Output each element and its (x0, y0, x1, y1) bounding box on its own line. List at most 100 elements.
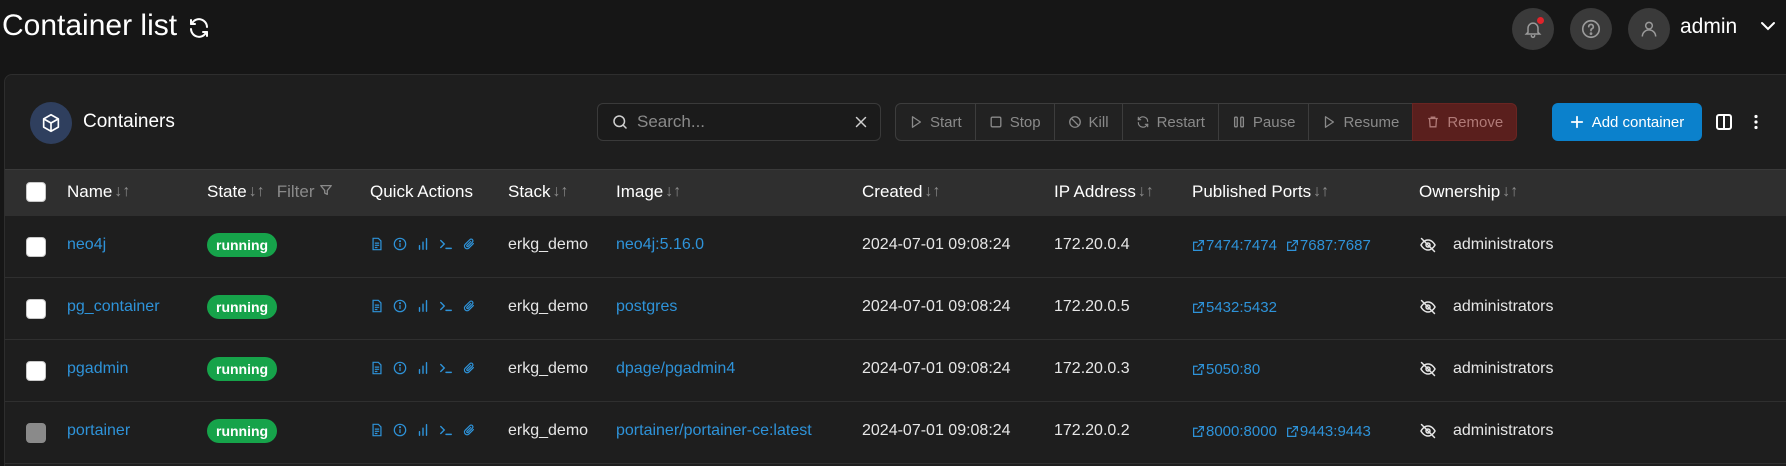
column-stack-label: Stack (508, 182, 551, 201)
user-avatar[interactable] (1628, 8, 1670, 50)
container-name-link[interactable]: portainer (67, 422, 130, 440)
pause-button[interactable]: Pause (1217, 103, 1310, 141)
port-link[interactable]: 7687:7687 (1286, 237, 1371, 254)
image-link[interactable]: neo4j:5.16.0 (616, 236, 704, 254)
external-link-icon (1193, 426, 1204, 437)
attach-icon[interactable] (462, 361, 476, 375)
stats-icon[interactable] (416, 237, 430, 251)
search-box[interactable] (597, 103, 881, 141)
column-name[interactable]: Name ↓↑ (67, 182, 130, 202)
column-ownership[interactable]: Ownership ↓↑ (1419, 182, 1518, 202)
ownership-label: administrators (1453, 422, 1554, 439)
ip-cell: 172.20.0.5 (1054, 298, 1130, 315)
stack-cell: erkg_demo (508, 298, 589, 315)
notification-dot (1537, 17, 1544, 24)
start-button[interactable]: Start (895, 103, 976, 141)
status-badge: running (207, 233, 278, 257)
attach-icon[interactable] (462, 299, 476, 313)
console-icon[interactable] (439, 423, 453, 437)
image-link[interactable]: dpage/pgadmin4 (616, 360, 735, 378)
column-state-label: State (207, 182, 247, 201)
ownership-label: administrators (1453, 298, 1554, 315)
quick-actions (370, 299, 476, 313)
add-container-button[interactable]: Add container (1552, 103, 1702, 141)
column-created[interactable]: Created ↓↑ (862, 182, 940, 202)
port-link[interactable]: 7474:7474 (1192, 237, 1277, 254)
resume-button[interactable]: Resume (1308, 103, 1414, 141)
help-button[interactable] (1570, 8, 1612, 50)
published-ports: 7474:7474 7687:7687 (1192, 237, 1371, 254)
logs-icon[interactable] (370, 237, 384, 251)
column-state[interactable]: State ↓↑ Filter (207, 182, 333, 202)
info-icon[interactable] (393, 237, 407, 251)
stop-button[interactable]: Stop (974, 103, 1055, 141)
search-icon (613, 115, 627, 129)
container-name-link[interactable]: pg_container (67, 298, 160, 316)
column-stack[interactable]: Stack ↓↑ (508, 182, 569, 202)
column-quick-actions: Quick Actions (370, 182, 473, 202)
status-badge: running (207, 295, 278, 319)
console-icon[interactable] (439, 299, 453, 313)
stats-icon[interactable] (416, 299, 430, 313)
search-input[interactable] (637, 112, 837, 132)
port-label: 8000:8000 (1206, 423, 1277, 440)
state-filter-label: Filter (276, 182, 315, 201)
columns-icon[interactable] (1715, 113, 1733, 131)
published-ports: 5432:5432 (1192, 299, 1277, 316)
start-label: Start (930, 113, 962, 131)
quick-actions (370, 237, 476, 251)
row-checkbox[interactable] (26, 361, 46, 381)
help-icon (1581, 19, 1601, 39)
sort-icon: ↓↑ (665, 183, 682, 200)
console-icon[interactable] (439, 361, 453, 375)
port-link[interactable]: 5432:5432 (1192, 299, 1277, 316)
logs-icon[interactable] (370, 299, 384, 313)
stats-icon[interactable] (416, 361, 430, 375)
port-link[interactable]: 8000:8000 (1192, 423, 1277, 440)
more-options-icon[interactable] (1747, 113, 1765, 131)
column-ip-address[interactable]: IP Address ↓↑ (1054, 182, 1154, 202)
info-icon[interactable] (393, 299, 407, 313)
info-icon[interactable] (393, 423, 407, 437)
filter-icon (320, 184, 333, 196)
port-link[interactable]: 5050:80 (1192, 361, 1260, 378)
ban-icon (1068, 116, 1081, 128)
refresh-icon[interactable] (187, 14, 211, 38)
play-icon (1325, 116, 1335, 128)
console-icon[interactable] (439, 237, 453, 251)
plus-icon (1570, 115, 1583, 129)
remove-button[interactable]: Remove (1412, 103, 1518, 141)
chevron-down-icon[interactable] (1760, 20, 1776, 32)
row-checkbox[interactable] (26, 299, 46, 319)
attach-icon[interactable] (462, 237, 476, 251)
logs-icon[interactable] (370, 423, 384, 437)
restart-icon (1137, 116, 1148, 128)
logs-icon[interactable] (370, 361, 384, 375)
panel-title: Containers (83, 111, 175, 132)
stats-icon[interactable] (416, 423, 430, 437)
state-filter-button[interactable]: Filter (277, 182, 334, 202)
container-name-link[interactable]: neo4j (67, 236, 106, 254)
row-checkbox[interactable] (26, 237, 46, 257)
info-icon[interactable] (393, 361, 407, 375)
port-label: 7474:7474 (1206, 237, 1277, 254)
created-cell: 2024-07-01 09:08:24 (862, 236, 1011, 253)
column-published-ports[interactable]: Published Ports ↓↑ (1192, 182, 1329, 202)
row-checkbox (26, 423, 46, 443)
clear-search-icon[interactable] (852, 113, 870, 131)
top-bar: Container list admin (0, 0, 1786, 60)
attach-icon[interactable] (462, 423, 476, 437)
kill-button[interactable]: Kill (1053, 103, 1123, 141)
notifications-button[interactable] (1512, 8, 1554, 50)
username[interactable]: admin (1680, 15, 1737, 39)
column-image[interactable]: Image ↓↑ (616, 182, 681, 202)
select-all-checkbox[interactable] (26, 182, 46, 202)
container-name-link[interactable]: pgadmin (67, 360, 128, 378)
port-label: 5050:80 (1206, 361, 1261, 378)
image-link[interactable]: postgres (616, 298, 677, 316)
sort-icon: ↓↑ (1502, 183, 1519, 200)
restart-button[interactable]: Restart (1121, 103, 1219, 141)
image-link[interactable]: portainer/portainer-ce:latest (616, 422, 812, 440)
port-link[interactable]: 9443:9443 (1286, 423, 1371, 440)
status-badge: running (207, 357, 278, 381)
